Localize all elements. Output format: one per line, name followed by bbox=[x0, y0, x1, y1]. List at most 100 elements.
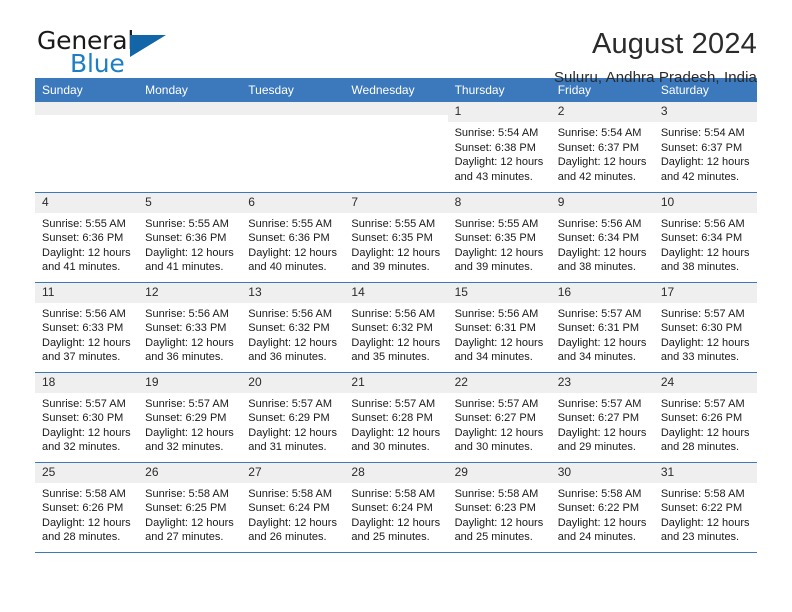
calendar-day-cell[interactable]: 11 Sunrise: 5:56 AM Sunset: 6:33 PM Dayligh… bbox=[35, 281, 139, 372]
calendar-day-cell-empty bbox=[344, 102, 448, 192]
day-details: Sunrise: 5:58 AM Sunset: 6:25 PM Daylight:… bbox=[138, 483, 241, 545]
day-detail-sunset: Sunset: 6:28 PM bbox=[351, 412, 433, 425]
calendar-day-cell[interactable]: 13 Sunrise: 5:56 AM Sunset: 6:32 PM Dayligh… bbox=[241, 281, 345, 372]
day-details: Sunrise: 5:55 AM Sunset: 6:35 PM Daylight:… bbox=[448, 213, 551, 275]
calendar-day-cell[interactable]: 9 Sunrise: 5:56 AM Sunset: 6:34 PM Daylight… bbox=[550, 191, 654, 282]
day-details: Sunrise: 5:57 AM Sunset: 6:30 PM Daylight:… bbox=[35, 393, 138, 455]
day-detail-daylight2: and 34 minutes. bbox=[557, 351, 636, 364]
calendar-day-cell[interactable]: 20 Sunrise: 5:57 AM Sunset: 6:29 PM Dayligh… bbox=[241, 371, 345, 462]
day-detail-daylight2: and 42 minutes. bbox=[557, 170, 636, 183]
day-details: Sunrise: 5:56 AM Sunset: 6:31 PM Daylight:… bbox=[448, 303, 551, 365]
day-detail-daylight1: Daylight: 12 hours bbox=[660, 246, 750, 259]
day-details: Sunrise: 5:57 AM Sunset: 6:27 PM Daylight:… bbox=[551, 393, 654, 455]
day-number bbox=[138, 102, 242, 115]
calendar-day-cell[interactable]: 3 Sunrise: 5:54 AM Sunset: 6:37 PM Daylight… bbox=[653, 102, 757, 192]
day-details: Sunrise: 5:56 AM Sunset: 6:33 PM Daylight:… bbox=[138, 303, 241, 365]
calendar-day-cell[interactable]: 19 Sunrise: 5:57 AM Sunset: 6:29 PM Dayligh… bbox=[138, 371, 242, 462]
day-detail-sunset: Sunset: 6:36 PM bbox=[42, 232, 124, 245]
day-details: Sunrise: 5:57 AM Sunset: 6:28 PM Daylight:… bbox=[344, 393, 447, 455]
day-number: 18 bbox=[35, 372, 139, 393]
calendar-table: Sunday Monday Tuesday Wednesday Thursday… bbox=[35, 78, 757, 553]
day-detail-sunrise: Sunrise: 5:55 AM bbox=[454, 217, 539, 230]
day-detail-daylight1: Daylight: 12 hours bbox=[660, 516, 750, 529]
calendar-day-cell[interactable]: 1 Sunrise: 5:54 AM Sunset: 6:38 PM Daylight… bbox=[447, 102, 551, 192]
day-number: 27 bbox=[241, 462, 345, 483]
day-detail-sunset: Sunset: 6:35 PM bbox=[454, 232, 536, 245]
day-number bbox=[35, 102, 139, 115]
day-details: Sunrise: 5:57 AM Sunset: 6:29 PM Daylight:… bbox=[241, 393, 344, 455]
day-detail-sunset: Sunset: 6:34 PM bbox=[660, 232, 743, 245]
day-number: 20 bbox=[241, 372, 345, 393]
day-number: 17 bbox=[653, 282, 757, 303]
calendar-day-cell[interactable]: 10 Sunrise: 5:56 AM Sunset: 6:34 PM Dayligh… bbox=[653, 191, 757, 282]
day-detail-sunset: Sunset: 6:33 PM bbox=[145, 322, 227, 335]
title-block: August 2024 Suluru, Andhra Pradesh, Indi… bbox=[554, 28, 757, 88]
day-detail-sunset: Sunset: 6:30 PM bbox=[42, 412, 124, 425]
day-details: Sunrise: 5:58 AM Sunset: 6:24 PM Daylight:… bbox=[241, 483, 344, 545]
day-detail-daylight2: and 43 minutes. bbox=[454, 170, 533, 183]
calendar-day-cell[interactable]: 16 Sunrise: 5:57 AM Sunset: 6:31 PM Dayligh… bbox=[550, 281, 654, 372]
calendar-day-cell[interactable]: 6 Sunrise: 5:55 AM Sunset: 6:36 PM Daylight… bbox=[241, 191, 345, 282]
day-detail-daylight1: Daylight: 12 hours bbox=[145, 246, 234, 259]
day-number: 23 bbox=[550, 372, 654, 393]
day-details: Sunrise: 5:58 AM Sunset: 6:22 PM Daylight:… bbox=[551, 483, 654, 545]
calendar-day-cell[interactable]: 18 Sunrise: 5:57 AM Sunset: 6:30 PM Dayligh… bbox=[35, 371, 139, 462]
day-detail-daylight1: Daylight: 12 hours bbox=[660, 156, 750, 169]
day-detail-sunset: Sunset: 6:22 PM bbox=[557, 502, 640, 515]
day-detail-daylight2: and 41 minutes. bbox=[42, 261, 121, 274]
calendar-day-cell[interactable]: 17 Sunrise: 5:57 AM Sunset: 6:30 PM Dayligh… bbox=[653, 281, 757, 372]
day-detail-sunset: Sunset: 6:37 PM bbox=[660, 141, 743, 154]
calendar-day-cell[interactable]: 8 Sunrise: 5:55 AM Sunset: 6:35 PM Daylight… bbox=[447, 191, 551, 282]
day-detail-daylight2: and 41 minutes. bbox=[145, 261, 224, 274]
day-detail-sunrise: Sunrise: 5:56 AM bbox=[248, 307, 333, 320]
calendar-day-cell[interactable]: 21 Sunrise: 5:57 AM Sunset: 6:28 PM Dayligh… bbox=[344, 371, 448, 462]
day-detail-sunset: Sunset: 6:38 PM bbox=[454, 141, 536, 154]
day-detail-daylight2: and 28 minutes. bbox=[660, 441, 740, 454]
calendar-day-cell[interactable]: 2 Sunrise: 5:54 AM Sunset: 6:37 PM Daylight… bbox=[550, 102, 654, 192]
day-detail-daylight2: and 26 minutes. bbox=[248, 531, 327, 544]
weekday-header-sunday: Sunday bbox=[35, 78, 139, 102]
day-detail-sunrise: Sunrise: 5:56 AM bbox=[454, 307, 539, 320]
day-detail-daylight1: Daylight: 12 hours bbox=[557, 516, 647, 529]
calendar-day-cell[interactable]: 5 Sunrise: 5:55 AM Sunset: 6:36 PM Daylight… bbox=[138, 191, 242, 282]
day-detail-sunrise: Sunrise: 5:57 AM bbox=[351, 397, 436, 410]
day-detail-sunrise: Sunrise: 5:57 AM bbox=[660, 397, 745, 410]
day-details: Sunrise: 5:57 AM Sunset: 6:30 PM Daylight:… bbox=[654, 303, 757, 365]
calendar-day-cell[interactable]: 22 Sunrise: 5:57 AM Sunset: 6:27 PM Dayligh… bbox=[447, 371, 551, 462]
calendar-day-cell[interactable]: 27 Sunrise: 5:58 AM Sunset: 6:24 PM Dayligh… bbox=[241, 461, 345, 553]
day-number: 24 bbox=[653, 372, 757, 393]
calendar-day-cell[interactable]: 25 Sunrise: 5:58 AM Sunset: 6:26 PM Dayligh… bbox=[35, 461, 139, 553]
calendar-day-cell[interactable]: 29 Sunrise: 5:58 AM Sunset: 6:23 PM Dayligh… bbox=[447, 461, 551, 553]
day-detail-sunset: Sunset: 6:37 PM bbox=[557, 141, 640, 154]
calendar-day-cell[interactable]: 14 Sunrise: 5:56 AM Sunset: 6:32 PM Dayligh… bbox=[344, 281, 448, 372]
day-detail-sunset: Sunset: 6:24 PM bbox=[248, 502, 330, 515]
day-detail-sunrise: Sunrise: 5:54 AM bbox=[660, 127, 745, 139]
day-detail-daylight1: Daylight: 12 hours bbox=[454, 246, 544, 259]
day-details: Sunrise: 5:57 AM Sunset: 6:27 PM Daylight:… bbox=[448, 393, 551, 455]
calendar-week-row: 11 Sunrise: 5:56 AM Sunset: 6:33 PM Dayligh… bbox=[35, 281, 757, 372]
brand-logo[interactable]: General Blue bbox=[35, 28, 237, 80]
day-details: Sunrise: 5:55 AM Sunset: 6:35 PM Daylight:… bbox=[344, 213, 447, 275]
day-detail-sunrise: Sunrise: 5:58 AM bbox=[351, 487, 436, 500]
day-detail-sunrise: Sunrise: 5:58 AM bbox=[454, 487, 539, 500]
day-detail-sunrise: Sunrise: 5:56 AM bbox=[351, 307, 436, 320]
calendar-day-cell[interactable]: 15 Sunrise: 5:56 AM Sunset: 6:31 PM Dayligh… bbox=[447, 281, 551, 372]
day-number: 14 bbox=[344, 282, 448, 303]
day-number: 9 bbox=[550, 192, 654, 213]
day-details: Sunrise: 5:58 AM Sunset: 6:24 PM Daylight:… bbox=[344, 483, 447, 545]
calendar-day-cell[interactable]: 23 Sunrise: 5:57 AM Sunset: 6:27 PM Dayligh… bbox=[550, 371, 654, 462]
calendar-day-cell[interactable]: 28 Sunrise: 5:58 AM Sunset: 6:24 PM Dayligh… bbox=[344, 461, 448, 553]
calendar-day-cell[interactable]: 31 Sunrise: 5:58 AM Sunset: 6:22 PM Dayligh… bbox=[653, 461, 757, 553]
calendar-day-cell[interactable]: 24 Sunrise: 5:57 AM Sunset: 6:26 PM Dayligh… bbox=[653, 371, 757, 462]
day-detail-sunset: Sunset: 6:27 PM bbox=[454, 412, 536, 425]
day-detail-sunset: Sunset: 6:24 PM bbox=[351, 502, 433, 515]
calendar-day-cell[interactable]: 26 Sunrise: 5:58 AM Sunset: 6:25 PM Dayligh… bbox=[138, 461, 242, 553]
calendar-day-cell[interactable]: 30 Sunrise: 5:58 AM Sunset: 6:22 PM Dayligh… bbox=[550, 461, 654, 553]
calendar-day-cell[interactable]: 7 Sunrise: 5:55 AM Sunset: 6:35 PM Daylight… bbox=[344, 191, 448, 282]
day-detail-sunset: Sunset: 6:29 PM bbox=[145, 412, 227, 425]
day-number: 2 bbox=[550, 102, 654, 122]
calendar-day-cell[interactable]: 4 Sunrise: 5:55 AM Sunset: 6:36 PM Daylight… bbox=[35, 191, 139, 282]
calendar-day-cell[interactable]: 12 Sunrise: 5:56 AM Sunset: 6:33 PM Dayligh… bbox=[138, 281, 242, 372]
day-number: 6 bbox=[241, 192, 345, 213]
day-detail-daylight2: and 30 minutes. bbox=[454, 441, 533, 454]
